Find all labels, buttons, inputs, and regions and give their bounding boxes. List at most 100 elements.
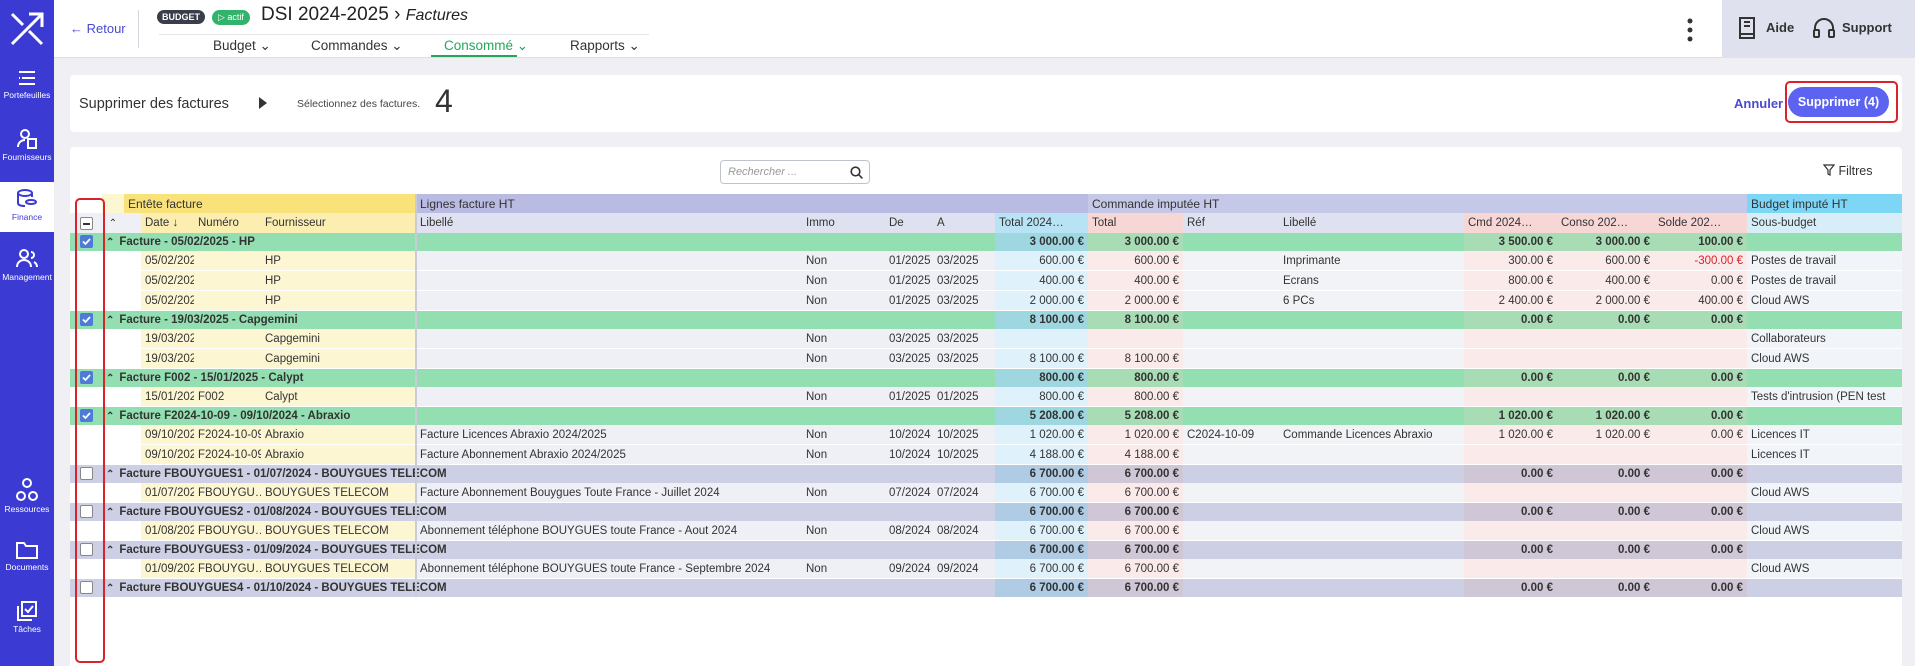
column-header[interactable]: Réf [1183, 213, 1279, 233]
collapse-chevron-icon[interactable]: ⌃ [106, 411, 114, 422]
commande-libelle-cell [1279, 521, 1464, 541]
conso-cell: 1 020.00 € [1557, 425, 1654, 445]
cancel-button[interactable]: Annuler [1734, 96, 1783, 111]
nav-management[interactable]: Management [0, 248, 54, 290]
collapse-chevron-icon[interactable]: ⌃ [106, 373, 114, 384]
commande-libelle-cell [1279, 387, 1464, 407]
invoice-group-row[interactable]: ⌃ Facture FBOUYGUES3 - 01/09/2024 - BOUYG… [70, 541, 1902, 559]
collapse-chevron-icon[interactable]: ⌃ [106, 545, 114, 556]
nav-finance[interactable]: Finance [0, 182, 54, 232]
solde-cell [1654, 559, 1747, 579]
invoice-group-row[interactable]: ⌃ Facture FBOUYGUES1 - 01/07/2024 - BOUYG… [70, 465, 1902, 483]
collapse-chevron-icon[interactable]: ⌃ [106, 315, 114, 326]
invoice-group-row[interactable]: ⌃ Facture F002 - 15/01/2025 - Calypt 800.0… [70, 369, 1902, 387]
a-cell: 10/2025 [933, 425, 995, 445]
column-header[interactable]: Fournisseur [261, 213, 416, 233]
cmd-cell: 3 500.00 € [1464, 233, 1557, 251]
sous-budget-cell: Licences IT [1747, 425, 1902, 445]
commande-libelle-cell: Ecrans [1279, 271, 1464, 291]
support-link[interactable]: Support [1842, 20, 1892, 35]
invoice-line-row[interactable]: 05/02/2025HPNon01/202503/2025400.00 €400… [70, 271, 1902, 291]
column-header[interactable]: Libellé [1279, 213, 1464, 233]
invoice-line-row[interactable]: 09/10/2024F2024-10-09AbraxioFacture Lice… [70, 425, 1902, 445]
conso-cell [1557, 483, 1654, 503]
status-badge: ▷ actif [212, 10, 250, 25]
app-logo-icon[interactable] [9, 9, 45, 47]
filters-button[interactable]: Filtres [1822, 164, 1873, 178]
action-hint: Sélectionnez des factures. [297, 98, 421, 110]
numero-cell: F002 [194, 387, 261, 407]
tab-consomme[interactable]: Consommé ⌄ [444, 38, 528, 54]
invoice-group-row[interactable]: ⌃ Facture F2024-10-09 - 09/10/2024 - Abra… [70, 407, 1902, 425]
total-year-cell: 4 188.00 € [995, 445, 1088, 465]
budget-title[interactable]: DSI 2024-2025 [261, 4, 389, 25]
group-header-entete: Entête facture [124, 194, 416, 213]
filter-icon [1822, 164, 1836, 176]
help-link[interactable]: Aide [1766, 20, 1794, 35]
column-header[interactable]: Immo [802, 213, 885, 233]
tab-rapports[interactable]: Rapports ⌄ [570, 38, 640, 54]
column-header[interactable]: Date ↓ [141, 213, 194, 233]
total-year-cell: 400.00 € [995, 271, 1088, 291]
de-cell: 01/2025 [885, 251, 933, 271]
invoice-line-row[interactable]: 01/08/2024FBOUYGU…BOUYGUES TELECOMAbonne… [70, 521, 1902, 541]
invoice-group-row[interactable]: ⌃ Facture - 19/03/2025 - Capgemini 8 100.0… [70, 311, 1902, 329]
expand-all-icon[interactable]: ⌃ [102, 213, 124, 233]
invoice-line-row[interactable]: 09/10/2024F2024-10-09AbraxioFacture Abon… [70, 445, 1902, 465]
nav-taches[interactable]: Tâches [0, 600, 54, 642]
solde-cell: 0.00 € [1654, 503, 1747, 521]
active-tab-indicator [431, 55, 517, 57]
nav-documents[interactable]: Documents [0, 540, 54, 582]
libelle-cell [416, 291, 802, 311]
invoice-group-row[interactable]: ⌃ Facture FBOUYGUES4 - 01/10/2024 - BOUYG… [70, 579, 1902, 597]
collapse-chevron-icon[interactable]: ⌃ [106, 583, 114, 594]
total-cell: 6 700.00 € [1088, 521, 1183, 541]
collapse-chevron-icon[interactable]: ⌃ [106, 469, 114, 480]
date-cell: 05/02/2025 [141, 291, 194, 311]
libelle-cell: Facture Licences Abraxio 2024/2025 [416, 425, 802, 445]
total-cell: 6 700.00 € [1088, 541, 1183, 559]
back-link[interactable]: ← Retour [70, 21, 126, 36]
nav-portefeuilles[interactable]: Portefeuilles [0, 68, 54, 110]
frozen-column-divider [415, 194, 417, 597]
group-label: ⌃ Facture - 19/03/2025 - Capgemini [102, 311, 802, 329]
conso-cell: 600.00 € [1557, 251, 1654, 271]
total-cell: 2 000.00 € [1088, 291, 1183, 311]
date-cell: 01/08/2024 [141, 521, 194, 541]
immo-cell: Non [802, 425, 885, 445]
invoice-line-row[interactable]: 01/07/2024FBOUYGU…BOUYGUES TELECOMFactur… [70, 483, 1902, 503]
invoice-group-row[interactable]: ⌃ Facture - 05/02/2025 - HP 3 000.00 €3 00… [70, 233, 1902, 251]
nav-ressources[interactable]: Ressources [0, 478, 54, 520]
column-header[interactable]: De [885, 213, 933, 233]
cmd-cell [1464, 559, 1557, 579]
column-header[interactable]: Solde 202… [1654, 213, 1747, 233]
column-header[interactable]: Cmd 2024… [1464, 213, 1557, 233]
tab-commandes[interactable]: Commandes ⌄ [311, 38, 403, 54]
invoice-line-row[interactable]: 01/09/2024FBOUYGU…BOUYGUES TELECOMAbonne… [70, 559, 1902, 579]
column-header[interactable]: Conso 202… [1557, 213, 1654, 233]
column-header[interactable]: A [933, 213, 995, 233]
invoice-line-row[interactable]: 05/02/2025HPNon01/202503/2025600.00 €600… [70, 251, 1902, 271]
collapse-chevron-icon[interactable]: ⌃ [106, 507, 114, 518]
nav-fournisseurs[interactable]: Fournisseurs [0, 128, 54, 170]
cmd-cell: 800.00 € [1464, 271, 1557, 291]
invoice-line-row[interactable]: 15/01/2025F002CalyptNon01/202501/2025800… [70, 387, 1902, 407]
top-bar: ← Retour BUDGET ▷ actif DSI 2024-2025 › … [54, 0, 1915, 58]
commande-libelle-cell [1279, 483, 1464, 503]
column-header[interactable]: Sous-budget [1747, 213, 1902, 233]
invoice-line-row[interactable]: 19/03/2025CapgeminiNon03/202503/2025Coll… [70, 329, 1902, 349]
group-label-text: Facture FBOUYGUES2 - 01/08/2024 - BOUYGU… [119, 506, 447, 518]
invoice-line-row[interactable]: 19/03/2025CapgeminiNon03/202503/20258 10… [70, 349, 1902, 369]
column-header[interactable]: Libellé [416, 213, 802, 233]
ref-cell [1183, 483, 1279, 503]
invoice-group-row[interactable]: ⌃ Facture FBOUYGUES2 - 01/08/2024 - BOUYG… [70, 503, 1902, 521]
date-cell: 01/07/2024 [141, 483, 194, 503]
search-input[interactable]: Rechercher ... [720, 160, 870, 184]
column-header[interactable]: Total 2024… [995, 213, 1088, 233]
column-header[interactable]: Total [1088, 213, 1183, 233]
more-menu-icon[interactable] [1687, 18, 1693, 42]
column-header[interactable]: Numéro [194, 213, 261, 233]
invoice-line-row[interactable]: 05/02/2025HPNon01/202503/20252 000.00 €2… [70, 291, 1902, 311]
tab-budget[interactable]: Budget ⌄ [213, 38, 271, 54]
collapse-chevron-icon[interactable]: ⌃ [106, 237, 114, 248]
